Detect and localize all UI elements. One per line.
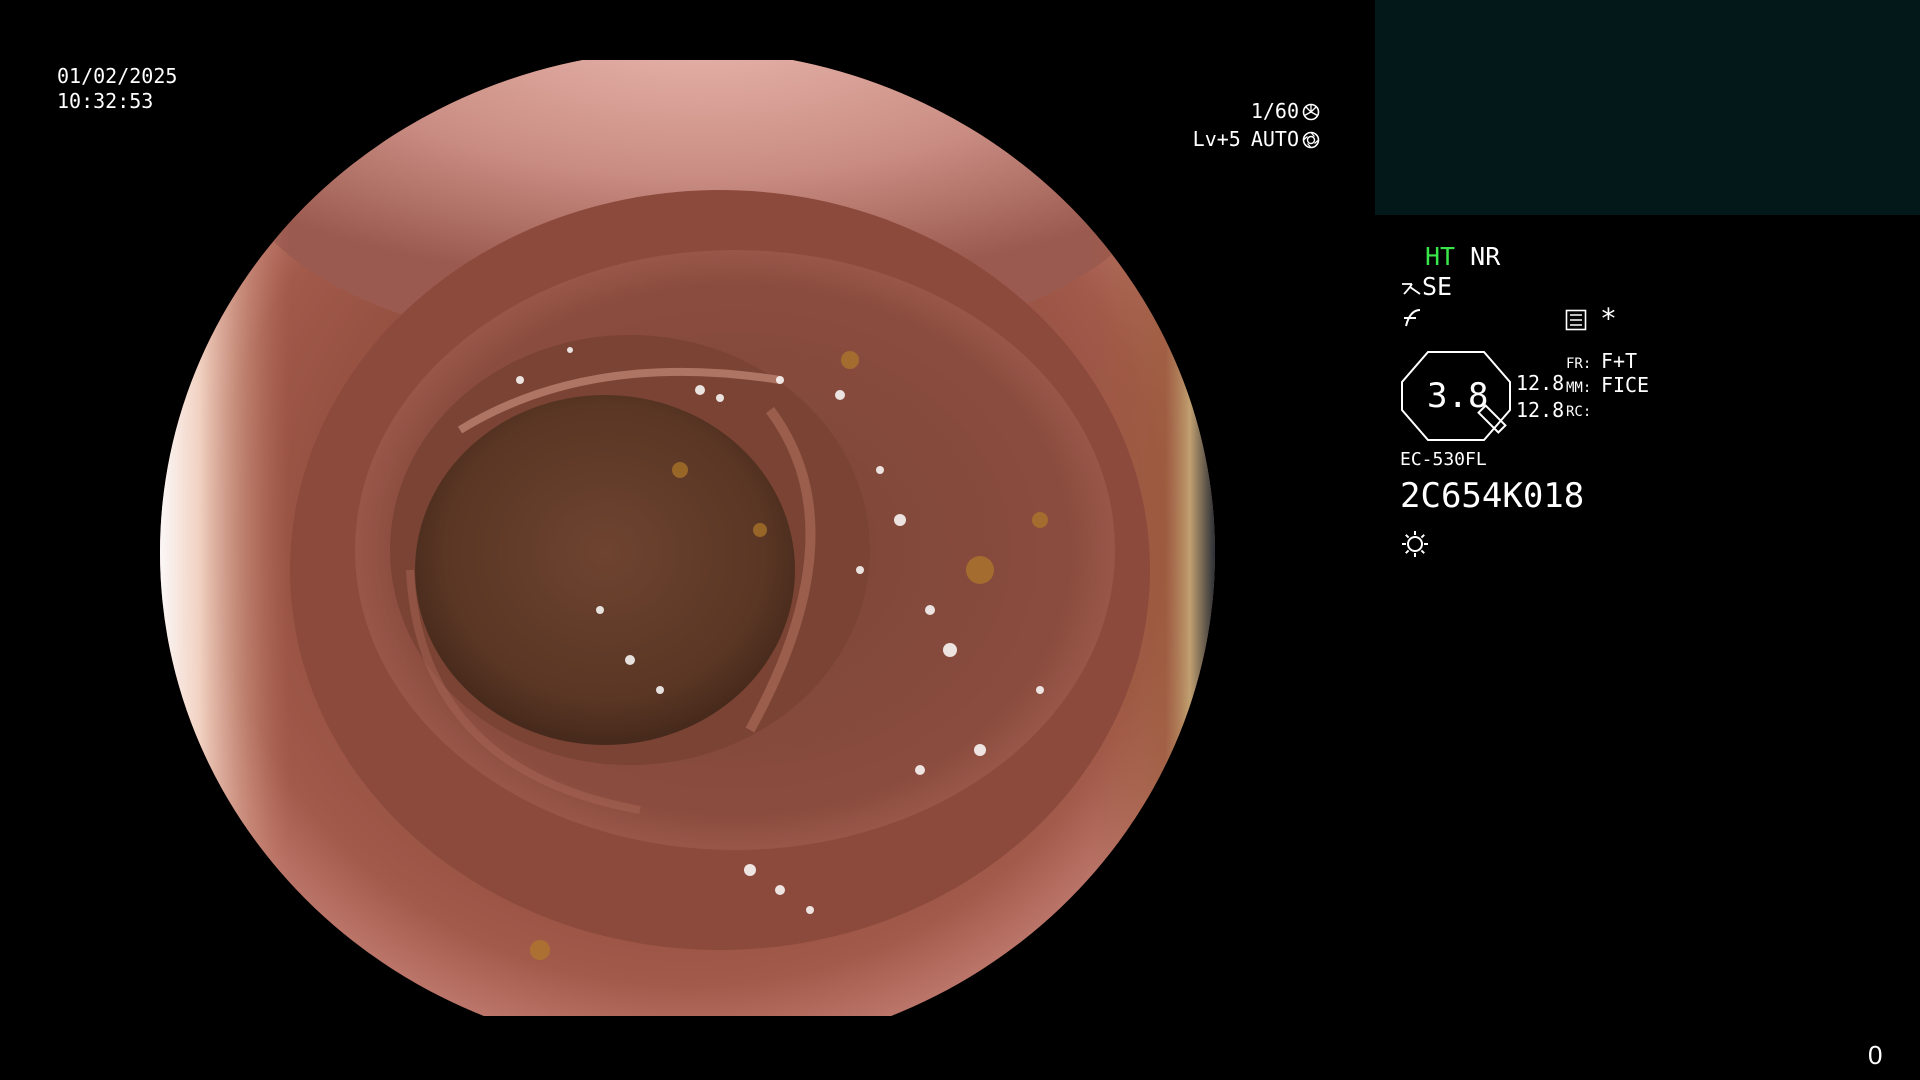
iris-icon [1302, 131, 1320, 148]
rc-label: RC: [1566, 404, 1592, 420]
value-2: 12.8 [1516, 398, 1565, 422]
frame-counter: 0 [1868, 1040, 1883, 1070]
fr-value: F+T [1600, 349, 1638, 373]
settings-block: HT NR SE * 3.8 12.8 12.8 FR: F+T MM: FIC… [1400, 240, 1800, 570]
exposure-mode: AUTO [1250, 127, 1299, 151]
date-label: 01/02/2025 [57, 64, 178, 88]
brightness-level: Lv+5 [1192, 127, 1241, 151]
sub-image-panel [1375, 0, 1920, 215]
ht-nr-row: HT NR [1425, 242, 1500, 272]
ht-indicator: HT [1425, 242, 1456, 271]
light-source-icon [1402, 531, 1428, 557]
mm-row: MM: FICE [1566, 374, 1649, 399]
mm-value: FICE [1600, 373, 1650, 397]
fr-label: FR: [1566, 356, 1592, 372]
structure-enhance-icon [1402, 283, 1421, 295]
exposure-level-row: Lv+5 AUTO [1193, 127, 1320, 152]
scope-top-crop [150, 0, 1230, 60]
zoom-badge: 3.8 [1400, 350, 1512, 442]
menu-list-icon [1565, 309, 1587, 331]
se-row: SE [1400, 272, 1452, 302]
rc-row: RC: [1566, 400, 1591, 423]
exposure-shutter-row: 1/60 [1251, 99, 1320, 124]
shutter-speed: 1/60 [1250, 99, 1299, 123]
colon-lumen-image [160, 50, 1215, 1055]
scope-model: EC-530FL [1400, 449, 1487, 470]
shutter-icon [1302, 103, 1320, 120]
nr-indicator: NR [1470, 242, 1501, 271]
zoom-value: 3.8 [1427, 376, 1489, 416]
scope-serial: 2C654K018 [1400, 476, 1585, 516]
gamma-icon [1404, 309, 1421, 327]
asterisk-indicator: * [1600, 302, 1617, 335]
se-indicator: SE [1422, 272, 1453, 301]
value-1: 12.8 [1516, 371, 1565, 395]
time-label: 10:32:53 [57, 89, 154, 113]
fr-row: FR: F+T [1566, 350, 1637, 375]
mm-label: MM: [1566, 380, 1592, 396]
endoscope-view [160, 50, 1215, 1055]
scope-bottom-crop [150, 1016, 1230, 1080]
